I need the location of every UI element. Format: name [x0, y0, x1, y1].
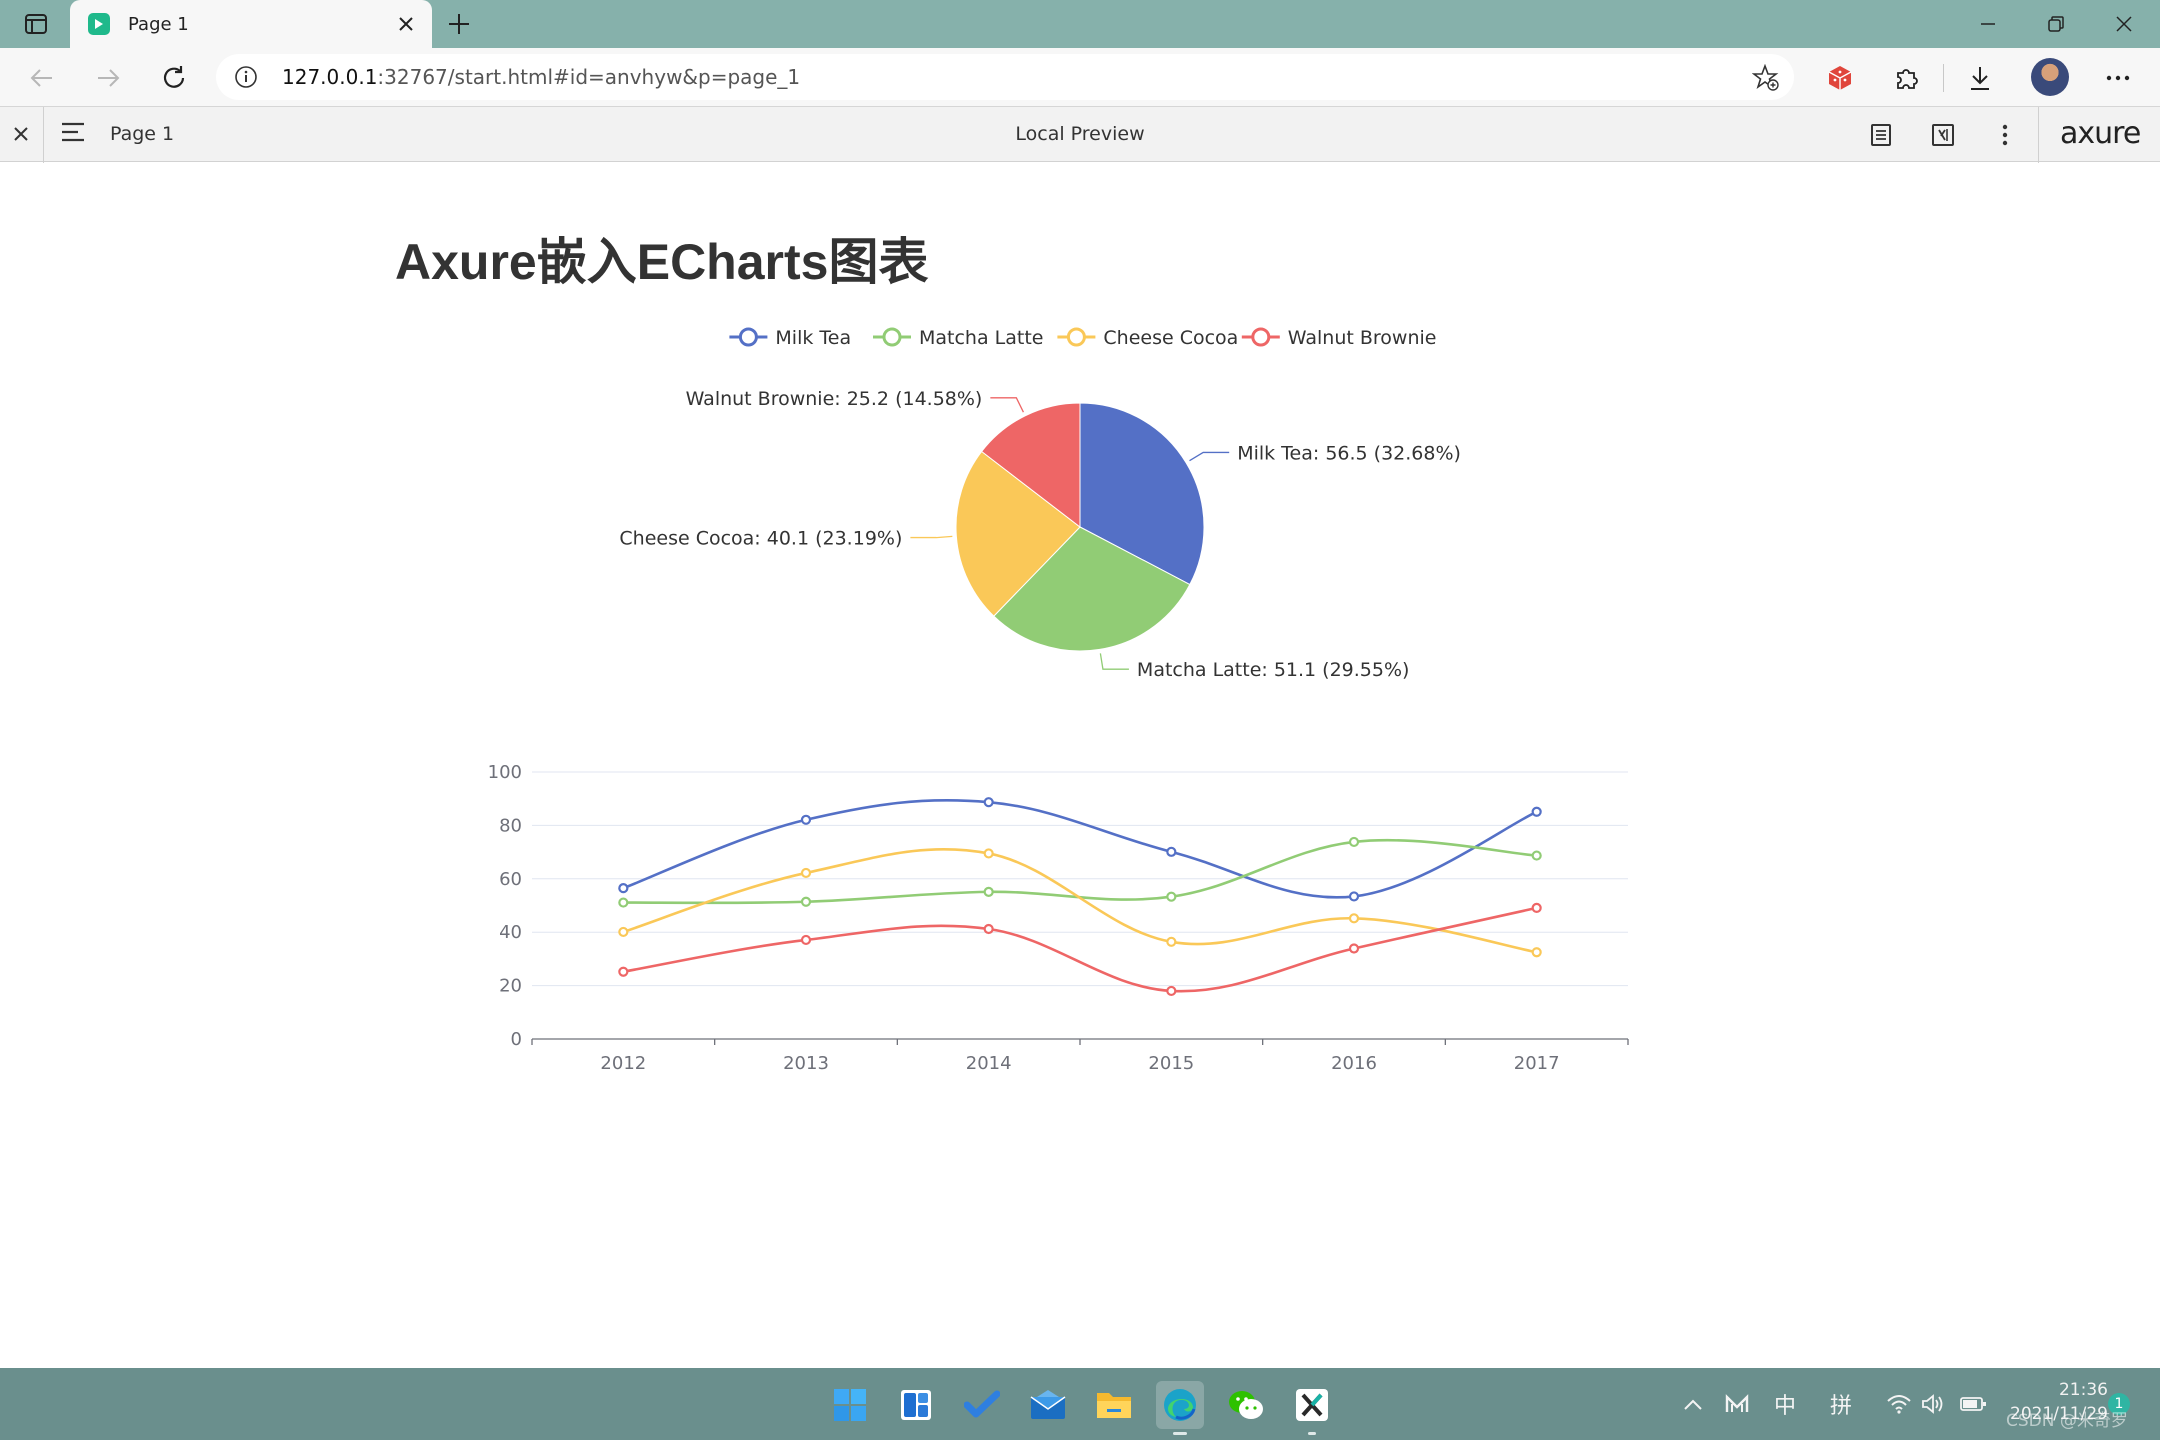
- legend-cheese-cocoa-marker: [1066, 327, 1086, 347]
- data-point-cheese-cocoa-2017: [1531, 947, 1542, 958]
- data-point-matcha-latte-2013: [800, 896, 812, 907]
- windows-taskbar: 中 拼 21:36 2021/11/29 1 CSDN @米奇罗: [0, 1368, 2160, 1440]
- legend-milk-tea-marker: [738, 327, 758, 347]
- pie-label-cheese-cocoa: Cheese Cocoa: 40.1 (23.19%): [619, 528, 902, 550]
- data-point-milk-tea-2015: [1166, 846, 1177, 857]
- active-app-indicator: [1173, 1432, 1187, 1435]
- data-point-cheese-cocoa-2015: [1166, 936, 1177, 947]
- legend-walnut-brownie-marker: [1251, 327, 1271, 347]
- legend-milk-tea-label: Milk Tea: [775, 327, 851, 349]
- show-hidden-icons-chevron-icon[interactable]: [1678, 1390, 1708, 1418]
- series-line-milk-tea: [622, 798, 1538, 899]
- wifi-icon[interactable]: [1884, 1390, 1914, 1418]
- data-point-milk-tea-2014: [983, 797, 994, 808]
- edge-browser-icon[interactable]: [1156, 1381, 1204, 1435]
- y-tick-label-0: 0: [511, 1029, 522, 1050]
- data-point-walnut-brownie-2014: [983, 923, 994, 935]
- y-tick-label-100: 100: [488, 762, 522, 783]
- legend-cheese-cocoa-label: Cheese Cocoa: [1103, 327, 1238, 349]
- data-point-milk-tea-2017: [1531, 806, 1542, 817]
- pie-leader-milk-tea: [1189, 451, 1230, 462]
- data-point-matcha-latte-2012: [618, 897, 629, 908]
- x-tick-label-2012: 2012: [600, 1053, 646, 1074]
- wechat-icon[interactable]: [1222, 1381, 1270, 1429]
- x-tick-label-2013: 2013: [783, 1053, 829, 1074]
- battery-icon[interactable]: [1956, 1390, 1990, 1418]
- x-tick-label-2016: 2016: [1331, 1053, 1377, 1074]
- watermark-text: CSDN @米奇罗: [2006, 1411, 2128, 1431]
- series-line-walnut-brownie: [623, 906, 1537, 993]
- pie-label-matcha-latte: Matcha Latte: 51.1 (29.55%): [1137, 659, 1410, 681]
- pie-label-walnut-brownie: Walnut Brownie: 25.2 (14.58%): [686, 388, 983, 410]
- data-point-matcha-latte-2016: [1348, 836, 1360, 848]
- pie-leader-cheese-cocoa: [910, 535, 953, 539]
- legend-walnut-brownie-label: Walnut Brownie: [1288, 327, 1437, 349]
- axure-rp-icon[interactable]: [1288, 1381, 1336, 1435]
- x-tick-label-2014: 2014: [966, 1053, 1012, 1074]
- legend-matcha-latte-label: Matcha Latte: [919, 327, 1043, 349]
- data-point-milk-tea-2013: [800, 814, 812, 825]
- data-point-walnut-brownie-2012: [618, 966, 629, 977]
- running-app-indicator: [1308, 1432, 1316, 1435]
- data-point-cheese-cocoa-2012: [618, 926, 629, 938]
- mail-icon[interactable]: [1024, 1381, 1072, 1429]
- data-point-matcha-latte-2014: [983, 886, 994, 897]
- data-point-milk-tea-2012: [618, 883, 629, 894]
- ime-input-indicator[interactable]: 拼: [1826, 1390, 1856, 1419]
- y-tick-label-40: 40: [499, 922, 522, 943]
- echarts-canvas: Milk Tea Matcha Latte Cheese Cocoa Walnut B…: [488, 327, 1629, 1074]
- series-line-matcha-latte: [623, 838, 1537, 905]
- data-point-cheese-cocoa-2014: [983, 848, 994, 859]
- file-explorer-icon[interactable]: [1090, 1381, 1138, 1429]
- start-menu-icon[interactable]: [826, 1381, 874, 1429]
- todo-check-icon[interactable]: [958, 1381, 1006, 1429]
- data-point-milk-tea-2016: [1348, 891, 1360, 902]
- legend-matcha-latte-marker: [882, 327, 902, 347]
- y-tick-label-80: 80: [499, 815, 522, 836]
- data-point-walnut-brownie-2013: [800, 934, 812, 946]
- data-point-cheese-cocoa-2013: [800, 867, 812, 879]
- x-tick-label-2017: 2017: [1514, 1053, 1560, 1074]
- pie-leader-walnut-brownie: [990, 397, 1025, 413]
- ime-mode-indicator[interactable]: 中: [1770, 1390, 1800, 1419]
- data-point-walnut-brownie-2016: [1348, 943, 1360, 954]
- y-tick-label-20: 20: [499, 976, 522, 997]
- data-point-walnut-brownie-2015: [1166, 985, 1177, 997]
- volume-icon[interactable]: [1918, 1390, 1948, 1418]
- tray-m-icon[interactable]: [1722, 1390, 1752, 1418]
- pie-chart: Milk Tea Matcha Latte Cheese Cocoa Walnut B…: [619, 327, 1461, 681]
- data-point-matcha-latte-2017: [1531, 850, 1542, 861]
- x-tick-label-2015: 2015: [1148, 1053, 1194, 1074]
- data-point-cheese-cocoa-2016: [1348, 913, 1360, 924]
- data-point-matcha-latte-2015: [1166, 891, 1177, 902]
- data-point-walnut-brownie-2017: [1531, 902, 1542, 914]
- pie-leader-matcha-latte: [1099, 653, 1129, 670]
- clock-time: 21:36: [2058, 1380, 2108, 1400]
- y-tick-label-60: 60: [499, 869, 522, 890]
- widgets-icon[interactable]: [892, 1381, 940, 1429]
- series-line-cheese-cocoa: [622, 847, 1537, 954]
- pie-label-milk-tea: Milk Tea: 56.5 (32.68%): [1237, 442, 1461, 464]
- line-chart: 0 20 40 60 80 100 2012 2013 2014 2015 2016 2017: [488, 762, 1629, 1074]
